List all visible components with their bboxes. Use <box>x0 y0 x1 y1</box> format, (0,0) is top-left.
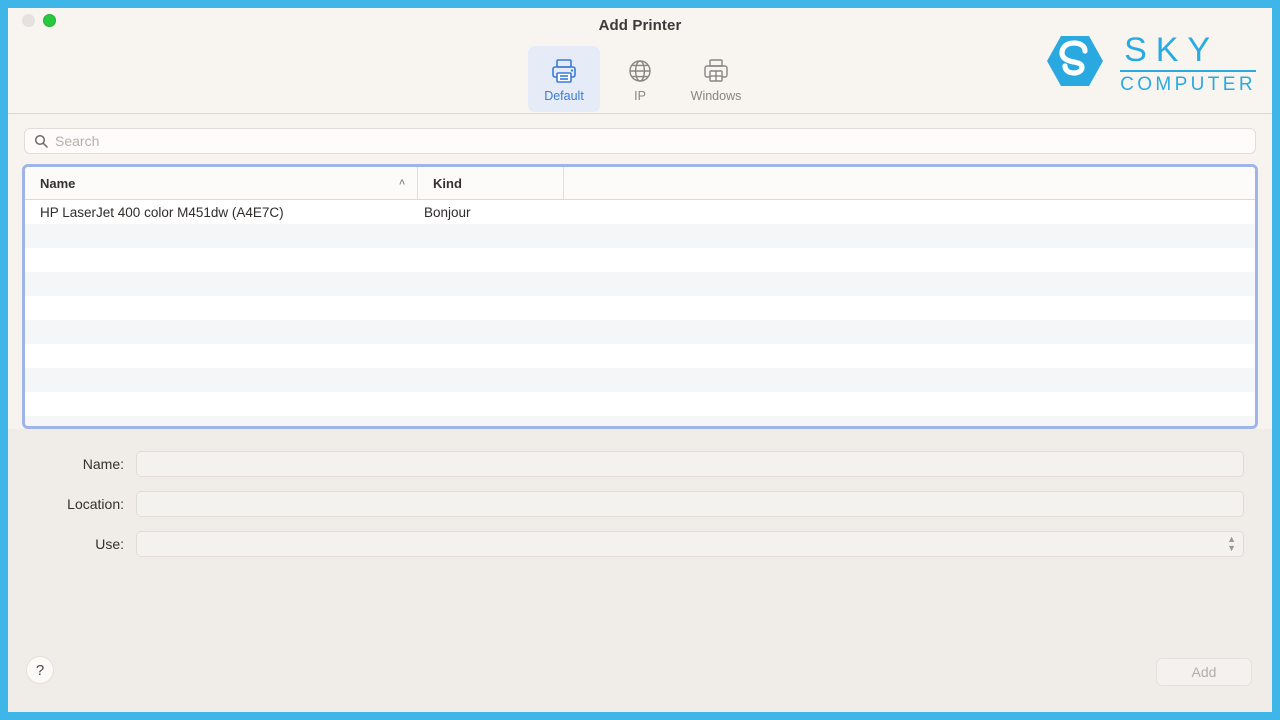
column-header-name-label: Name <box>40 175 76 191</box>
logo-computer-text: COMPUTER <box>1120 74 1256 95</box>
label-location: Location: <box>67 496 124 512</box>
form-row-name: Name: <box>36 451 1244 477</box>
cell-printer-kind: Bonjour <box>424 204 471 220</box>
table-row-empty <box>25 320 1255 344</box>
label-use: Use: <box>95 536 124 552</box>
tab-windows-label: Windows <box>690 89 742 103</box>
column-header-kind[interactable]: Kind <box>417 167 563 199</box>
windows-printer-icon <box>699 55 733 87</box>
globe-icon <box>623 55 657 87</box>
printer-details-form: Name: Location: Use: ▲ ▼ <box>8 429 1272 571</box>
form-row-use: Use: ▲ ▼ <box>36 531 1244 557</box>
column-header-kind-label: Kind <box>433 175 462 191</box>
sky-hexagon-s-icon <box>1044 32 1106 95</box>
table-row-empty <box>25 416 1255 426</box>
table-row-empty <box>25 344 1255 368</box>
sky-computer-logo: SKY COMPUTER <box>1044 32 1256 95</box>
logo-sky-text: SKY <box>1124 31 1220 69</box>
table-row-empty <box>25 368 1255 392</box>
use-dropdown[interactable]: ▲ ▼ <box>136 531 1244 557</box>
tab-default[interactable]: Default <box>528 46 600 112</box>
tab-ip-label: IP <box>634 89 646 103</box>
tab-default-label: Default <box>544 89 584 103</box>
logo-divider <box>1120 70 1256 72</box>
sort-ascending-icon: ˄ <box>399 177 405 189</box>
printer-list-area: Name ˄ Kind HP LaserJet 400 color M451dw… <box>8 164 1272 429</box>
printer-icon <box>547 55 581 87</box>
table-header-row: Name ˄ Kind <box>25 167 1255 200</box>
table-body: HP LaserJet 400 color M451dw (A4E7C) Bon… <box>25 200 1255 426</box>
cell-printer-name: HP LaserJet 400 color M451dw (A4E7C) <box>40 204 284 220</box>
table-row-empty <box>25 248 1255 272</box>
title-bar: Add Printer Default IP Windows SKY COMPU… <box>8 8 1272 114</box>
search-placeholder: Search <box>55 133 100 149</box>
table-row-empty <box>25 392 1255 416</box>
dialog-footer: ? Add <box>8 571 1272 712</box>
column-header-name[interactable]: Name ˄ <box>25 167 417 199</box>
form-row-location: Location: <box>36 491 1244 517</box>
search-input[interactable]: Search <box>24 128 1256 154</box>
table-row-empty <box>25 224 1255 248</box>
search-icon <box>34 134 48 148</box>
location-field[interactable] <box>136 491 1244 517</box>
add-button[interactable]: Add <box>1156 658 1252 686</box>
column-header-spacer <box>563 167 1255 199</box>
help-button[interactable]: ? <box>26 656 54 684</box>
printer-list-table[interactable]: Name ˄ Kind HP LaserJet 400 color M451dw… <box>22 164 1258 429</box>
table-row[interactable]: HP LaserJet 400 color M451dw (A4E7C) Bon… <box>25 200 1255 224</box>
table-row-empty <box>25 296 1255 320</box>
stepper-arrows-icon: ▲ ▼ <box>1227 534 1236 553</box>
add-printer-window: Add Printer Default IP Windows SKY COMPU… <box>8 8 1272 712</box>
tab-windows[interactable]: Windows <box>680 46 752 112</box>
search-bar-area: Search <box>8 114 1272 164</box>
label-name: Name: <box>82 456 124 472</box>
name-field[interactable] <box>136 451 1244 477</box>
tab-ip[interactable]: IP <box>604 46 676 112</box>
table-row-empty <box>25 272 1255 296</box>
